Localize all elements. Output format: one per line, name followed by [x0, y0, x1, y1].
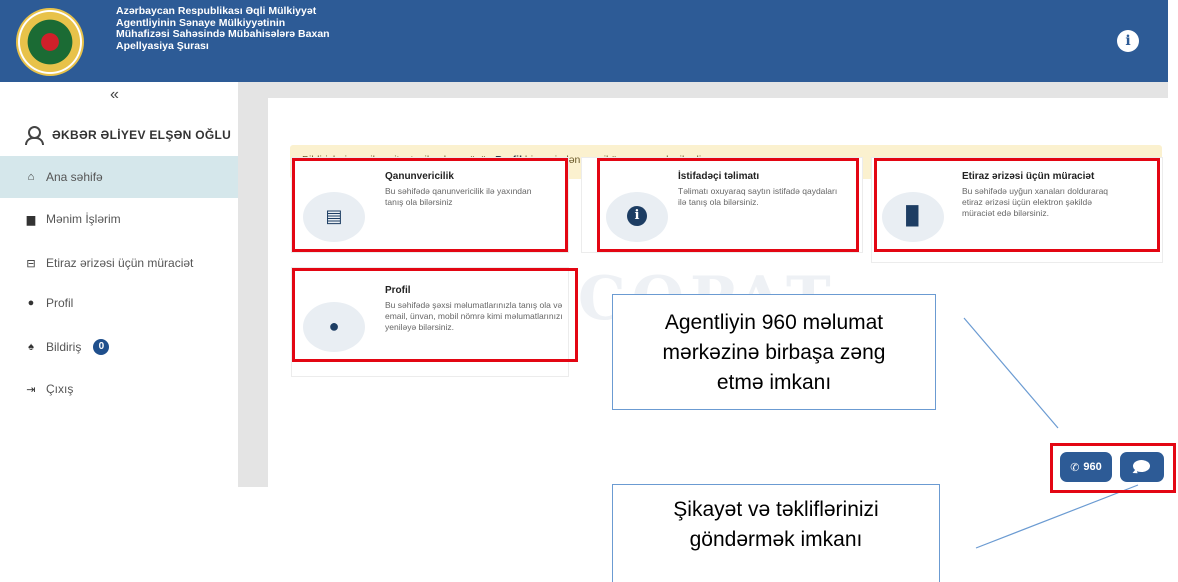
phone-icon: ✆: [1070, 461, 1080, 474]
callout-line-call: [963, 317, 1059, 429]
callout-line-chat: [975, 484, 1139, 549]
chat-icon[interactable]: [1120, 452, 1164, 482]
callout-lines: [963, 317, 1139, 549]
call-960-label: 960: [1083, 461, 1102, 473]
callout-feedback: Şikayət və təkliflərinizi göndərmək imka…: [612, 484, 940, 582]
callout-call-center: Agentliyin 960 məlumat mərkəzinə birbaşa…: [612, 294, 936, 410]
call-960-button[interactable]: ✆ 960: [1060, 452, 1112, 482]
